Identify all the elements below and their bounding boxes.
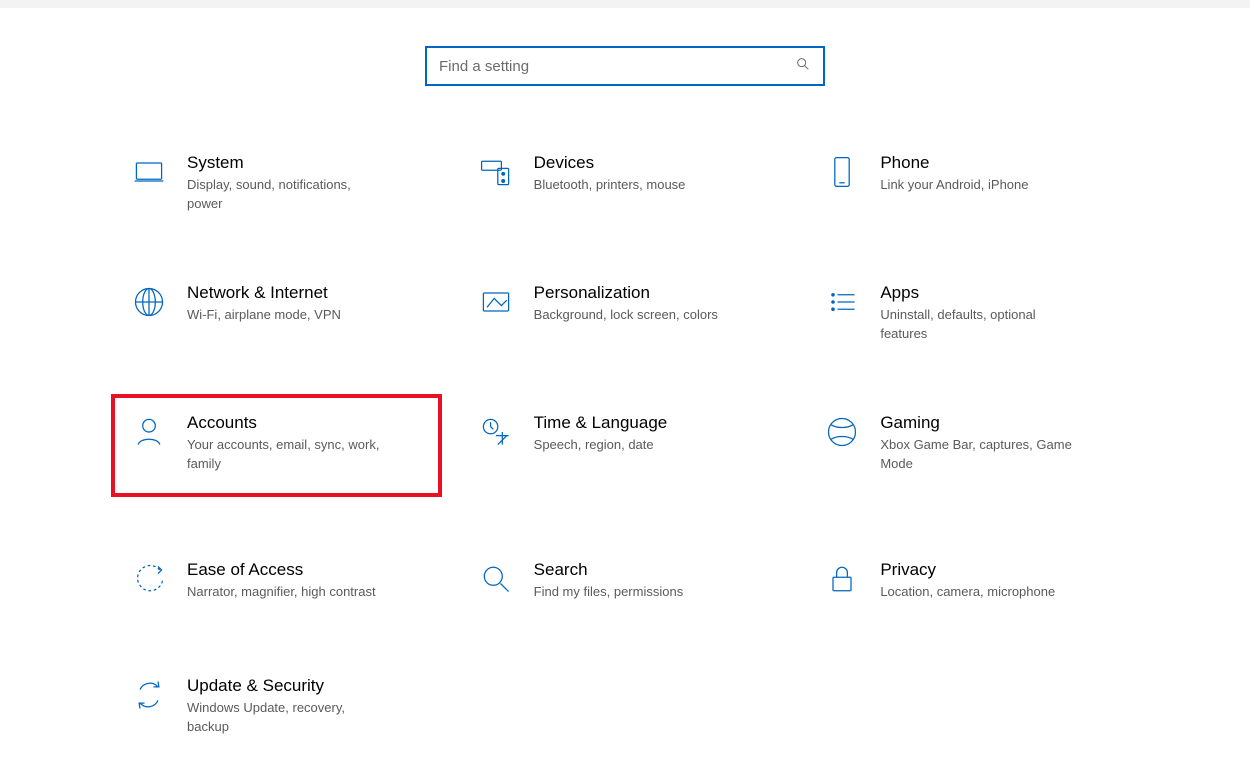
globe-icon [125,282,173,320]
person-icon [125,412,173,450]
tile-title: Update & Security [187,675,383,697]
tile-title: Privacy [880,559,1055,581]
search-input[interactable] [439,58,795,75]
tile-desc: Uninstall, defaults, optional features [880,306,1076,344]
tile-devices[interactable]: Devices Bluetooth, printers, mouse [462,146,789,220]
tile-desc: Display, sound, notifications, power [187,176,383,214]
magnifier-icon [472,559,520,597]
paintbrush-icon [472,282,520,320]
ease-of-access-icon [125,559,173,597]
tile-apps[interactable]: Apps Uninstall, defaults, optional featu… [808,276,1135,350]
tile-desc: Speech, region, date [534,436,668,455]
tile-title: Devices [534,152,686,174]
tile-title: Personalization [534,282,718,304]
tile-time-language[interactable]: Time & Language Speech, region, date [462,406,789,498]
gaming-icon [818,412,866,450]
devices-icon [472,152,520,190]
tile-gaming[interactable]: Gaming Xbox Game Bar, captures, Game Mod… [808,406,1135,498]
tile-network[interactable]: Network & Internet Wi-Fi, airplane mode,… [115,276,442,350]
tile-update-security[interactable]: Update & Security Windows Update, recove… [115,669,442,743]
time-language-icon [472,412,520,450]
tile-personalization[interactable]: Personalization Background, lock screen,… [462,276,789,350]
tile-title: Ease of Access [187,559,376,581]
tile-accounts[interactable]: Accounts Your accounts, email, sync, wor… [111,394,442,498]
tile-title: Phone [880,152,1028,174]
settings-grid: System Display, sound, notifications, po… [115,146,1135,743]
tile-title: Gaming [880,412,1076,434]
tile-system[interactable]: System Display, sound, notifications, po… [115,146,442,220]
tile-desc: Find my files, permissions [534,583,684,602]
phone-icon [818,152,866,190]
tile-desc: Windows Update, recovery, backup [187,699,383,737]
lock-icon [818,559,866,597]
system-icon [125,152,173,190]
tile-desc: Bluetooth, printers, mouse [534,176,686,195]
tile-title: Time & Language [534,412,668,434]
tile-desc: Your accounts, email, sync, work, family [187,436,383,474]
tile-search[interactable]: Search Find my files, permissions [462,553,789,613]
window-top-strip [0,0,1250,8]
tile-desc: Xbox Game Bar, captures, Game Mode [880,436,1076,474]
tile-privacy[interactable]: Privacy Location, camera, microphone [808,553,1135,613]
tile-title: Apps [880,282,1076,304]
apps-icon [818,282,866,320]
tile-desc: Link your Android, iPhone [880,176,1028,195]
tile-title: Search [534,559,684,581]
tile-title: Accounts [187,412,383,434]
search-box[interactable] [425,46,825,86]
tile-ease-of-access[interactable]: Ease of Access Narrator, magnifier, high… [115,553,442,613]
sync-icon [125,675,173,713]
tile-title: System [187,152,383,174]
tile-desc: Background, lock screen, colors [534,306,718,325]
tile-desc: Wi-Fi, airplane mode, VPN [187,306,341,325]
search-icon [795,56,811,77]
tile-phone[interactable]: Phone Link your Android, iPhone [808,146,1135,220]
tile-desc: Narrator, magnifier, high contrast [187,583,376,602]
tile-title: Network & Internet [187,282,341,304]
tile-desc: Location, camera, microphone [880,583,1055,602]
